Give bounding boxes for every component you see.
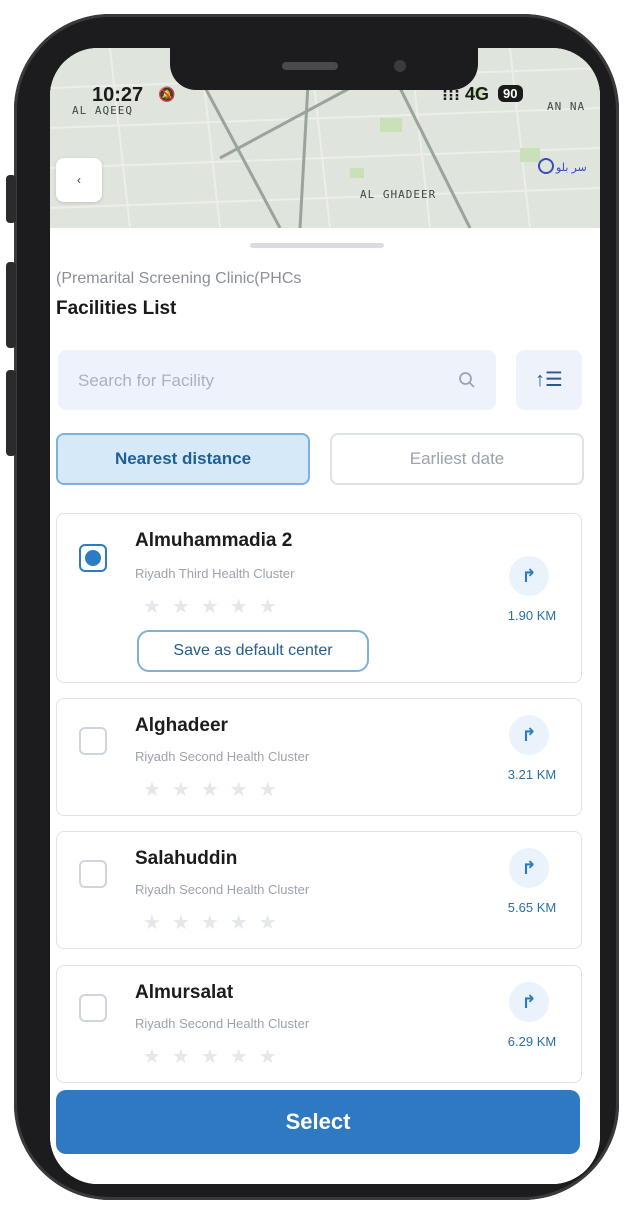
status-time: 10:27 [92, 84, 144, 106]
directions-icon[interactable]: ↱ [509, 848, 549, 888]
notch [170, 48, 478, 90]
map-poi[interactable]: سر بلو [538, 158, 587, 174]
facility-distance: 5.65 KM [507, 900, 557, 915]
poi-label: سر بلو [556, 162, 587, 174]
directions-icon[interactable]: ↱ [509, 715, 549, 755]
save-default-center-button[interactable]: Save as default center [137, 630, 369, 672]
facility-checkbox[interactable] [79, 994, 107, 1022]
facility-distance: 3.21 KM [507, 767, 557, 782]
facility-checkbox[interactable] [79, 727, 107, 755]
speaker [282, 62, 338, 70]
facility-checkbox[interactable] [79, 860, 107, 888]
sheet-subtitle: (Premarital Screening Clinic(PHCs [56, 270, 302, 287]
directions-icon[interactable]: ↱ [509, 556, 549, 596]
battery-indicator: 90 [498, 85, 523, 102]
directions-icon[interactable]: ↱ [509, 982, 549, 1022]
select-button[interactable]: Select [56, 1090, 580, 1154]
facility-cluster: Riyadh Second Health Cluster [135, 882, 310, 897]
bell-muted-icon: 🔕 [158, 86, 176, 102]
facility-cluster: Riyadh Third Health Cluster [135, 566, 295, 581]
facility-cluster: Riyadh Second Health Cluster [135, 1016, 310, 1031]
drag-handle[interactable] [250, 243, 384, 248]
sort-button[interactable]: ↑☰ [516, 350, 582, 410]
facility-card[interactable]: Salahuddin Riyadh Second Health Cluster … [56, 831, 582, 949]
rating-stars: ★★★★★ [143, 1046, 288, 1068]
facility-distance: 1.90 KM [507, 608, 557, 623]
facility-name: Alghadeer [135, 715, 228, 736]
search-input[interactable] [76, 350, 440, 412]
facility-card[interactable]: Alghadeer Riyadh Second Health Cluster ★… [56, 698, 582, 816]
volume-down-button [6, 370, 16, 456]
back-button[interactable]: ‹ [56, 158, 102, 202]
tab-earliest-date[interactable]: Earliest date [330, 433, 584, 485]
page-title: Facilities List [56, 298, 177, 319]
poi-pin-icon [538, 158, 554, 174]
screen: AL AQEEQ AL GHADEER AN NA سر بلو ‹ 10:27… [50, 48, 600, 1184]
chevron-left-icon: ‹ [77, 173, 81, 187]
rating-stars: ★★★★★ [143, 912, 288, 934]
map-label-al-ghadeer: AL GHADEER [360, 188, 437, 201]
tab-nearest-distance[interactable]: Nearest distance [56, 433, 310, 485]
facility-name: Almursalat [135, 982, 234, 1003]
facility-name: Almuhammadia 2 [135, 530, 293, 551]
facility-card[interactable]: Almursalat Riyadh Second Health Cluster … [56, 965, 582, 1083]
volume-up-button [6, 262, 16, 348]
rating-stars: ★★★★★ [143, 596, 288, 618]
facility-checkbox[interactable] [79, 544, 107, 572]
facilities-sheet: (Premarital Screening Clinic(PHCs Facili… [50, 228, 600, 1184]
status-right: ⁞⁞⁞ 4G 90 [442, 84, 523, 105]
facility-name: Salahuddin [135, 848, 238, 869]
map-label-an-na: AN NA [547, 100, 586, 113]
search-icon[interactable] [458, 371, 476, 389]
network-label: 4G [465, 84, 490, 104]
facility-distance: 6.29 KM [507, 1034, 557, 1049]
sort-icon: ↑☰ [535, 369, 563, 391]
search-box [58, 350, 496, 412]
mute-switch [6, 175, 16, 223]
facility-cluster: Riyadh Second Health Cluster [135, 749, 310, 764]
facility-card[interactable]: Almuhammadia 2 Riyadh Third Health Clust… [56, 513, 582, 683]
camera [394, 60, 406, 72]
rating-stars: ★★★★★ [143, 779, 288, 801]
signal-bars-icon: ⁞⁞⁞ [442, 84, 460, 104]
